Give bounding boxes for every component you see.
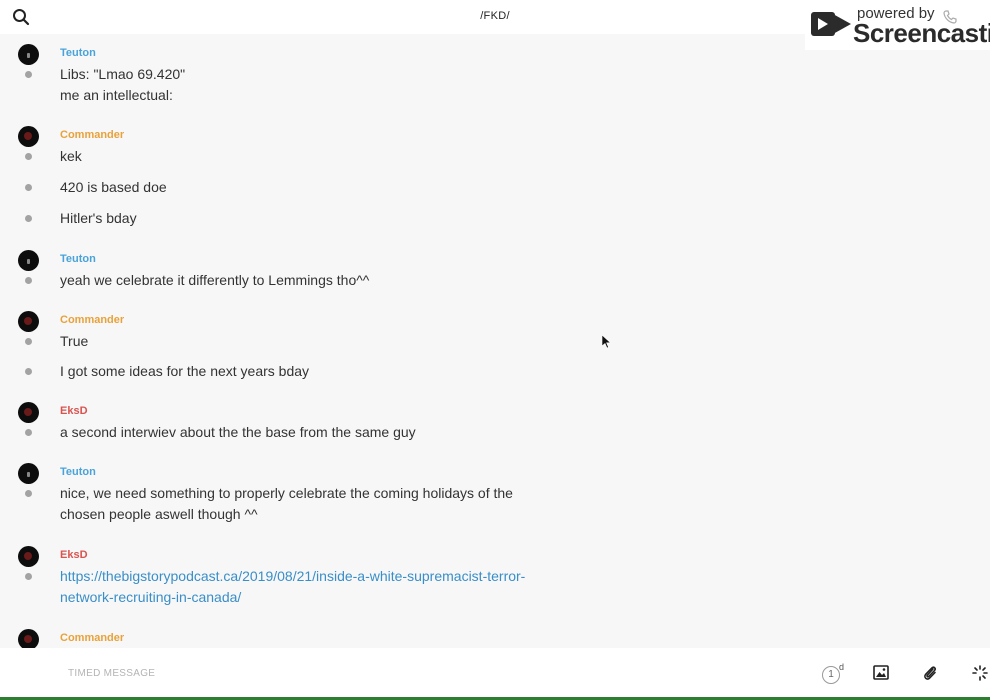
avatar[interactable]	[18, 629, 39, 648]
message-dot	[25, 573, 32, 580]
message-link[interactable]: network-recruiting-in-canada/	[60, 587, 241, 608]
author-name[interactable]: Commander	[60, 314, 124, 326]
avatar[interactable]	[18, 250, 39, 271]
message-text: yeah we celebrate it differently to Lemm…	[60, 272, 370, 288]
message-text: chosen people aswell though ^^	[60, 506, 258, 522]
author-name[interactable]: Teuton	[60, 47, 96, 59]
message-composer: TIMED MESSAGE 1 d	[0, 648, 990, 698]
message-text: 420 is based doe	[60, 179, 167, 195]
message-dot	[25, 215, 32, 222]
cursor-icon	[602, 335, 612, 349]
message-dot	[25, 277, 32, 284]
author-name[interactable]: EksD	[60, 549, 88, 561]
author-name[interactable]: Teuton	[60, 253, 96, 265]
message-text: Libs: "Lmao 69.420"	[60, 66, 186, 82]
author-name[interactable]: Teuton	[60, 466, 96, 478]
author-name[interactable]: EksD	[60, 405, 88, 417]
attachment-icon[interactable]	[922, 664, 938, 682]
avatar[interactable]	[18, 44, 39, 65]
message-dot	[25, 429, 32, 436]
timer-button[interactable]: 1 d	[822, 662, 845, 684]
message-text: True	[60, 333, 89, 349]
timer-unit: d	[839, 662, 845, 672]
message-text: a second interwiev about the the base fr…	[60, 424, 416, 440]
message-text: nice, we need something to properly cele…	[60, 485, 513, 501]
message-dot	[25, 368, 32, 375]
message-dot	[25, 153, 32, 160]
avatar[interactable]	[18, 546, 39, 567]
message-dot	[25, 338, 32, 345]
timer-value: 1	[822, 666, 840, 684]
timed-message-input[interactable]: TIMED MESSAGE	[68, 668, 155, 679]
message-text: Hitler's bday	[60, 210, 137, 226]
avatar[interactable]	[18, 402, 39, 423]
message-text: me an intellectual:	[60, 87, 173, 103]
message-dot	[25, 184, 32, 191]
message-text: kek	[60, 148, 82, 164]
avatar[interactable]	[18, 311, 39, 332]
author-name[interactable]: Commander	[60, 129, 124, 141]
phone-icon[interactable]	[943, 10, 957, 24]
message-text: I got some ideas for the next years bday	[60, 363, 310, 379]
message-feed[interactable]: Teuton Libs: "Lmao 69.420" me an intelle…	[0, 34, 990, 648]
image-icon[interactable]	[873, 665, 889, 680]
avatar[interactable]	[18, 463, 39, 484]
message-dot	[25, 490, 32, 497]
message-dot	[25, 71, 32, 78]
author-name[interactable]: Commander	[60, 632, 124, 644]
message-link[interactable]: https://thebigstorypodcast.ca/2019/08/21…	[60, 566, 525, 587]
avatar[interactable]	[18, 126, 39, 147]
loading-icon[interactable]	[972, 665, 988, 681]
